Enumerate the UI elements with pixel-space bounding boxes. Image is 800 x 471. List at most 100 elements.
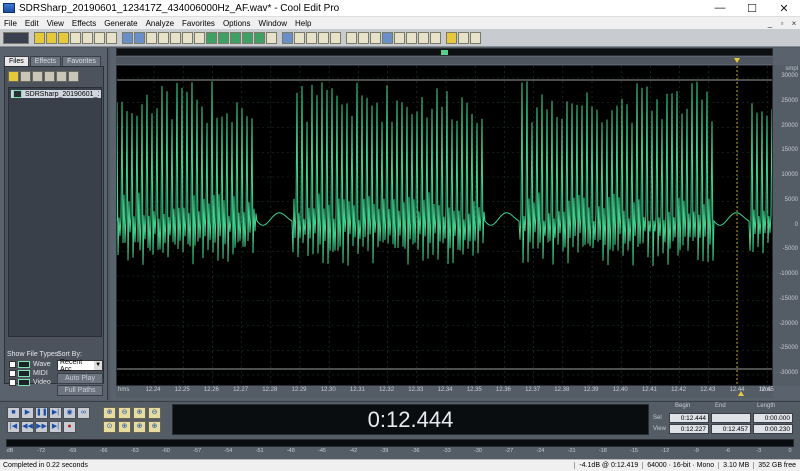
redo-icon[interactable]	[134, 31, 145, 44]
minimize-button[interactable]: —	[704, 0, 736, 17]
menu-help[interactable]: Help	[295, 19, 311, 28]
rewind-icon[interactable]: ◀◀	[21, 421, 34, 433]
menu-options[interactable]: Options	[223, 19, 251, 28]
video-checkbox[interactable]	[9, 379, 16, 386]
settings-icon[interactable]	[446, 31, 457, 44]
stretch-icon[interactable]	[330, 31, 341, 44]
insert-icon[interactable]	[56, 71, 67, 82]
zoom-selection-icon[interactable]	[370, 31, 381, 44]
properties-icon[interactable]	[106, 31, 117, 44]
multitrack-toggle-icon[interactable]	[3, 31, 29, 44]
import-icon[interactable]	[20, 71, 31, 82]
sel-begin-field[interactable]: 0:12.444	[669, 413, 709, 423]
mix-paste-icon[interactable]	[182, 31, 193, 44]
silence-icon[interactable]	[242, 31, 253, 44]
save-icon[interactable]	[70, 31, 81, 44]
zoom-out-icon[interactable]: ⊖	[118, 407, 131, 419]
open-folder-icon[interactable]	[8, 71, 19, 82]
close-file-icon[interactable]	[94, 31, 105, 44]
paste-icon[interactable]	[170, 31, 181, 44]
frequency-icon[interactable]	[406, 31, 417, 44]
close-file-icon[interactable]	[32, 71, 43, 82]
statistics-icon[interactable]	[394, 31, 405, 44]
undo-icon[interactable]	[122, 31, 133, 44]
normalize-icon[interactable]	[306, 31, 317, 44]
playlist-icon[interactable]	[430, 31, 441, 44]
analyze-icon[interactable]	[382, 31, 393, 44]
auto-play-button[interactable]: Auto Play	[57, 373, 103, 384]
zoom-in-icon[interactable]: ⊕	[103, 407, 116, 419]
record-icon[interactable]: ●	[63, 421, 76, 433]
marker-track[interactable]	[116, 57, 773, 64]
fast-forward-icon[interactable]: ▶▶	[35, 421, 48, 433]
tab-favorites[interactable]: Favorites	[62, 56, 101, 66]
zoom-full-icon[interactable]: ⊙	[103, 421, 116, 433]
menu-effects[interactable]: Effects	[72, 19, 96, 28]
type-midi-row[interactable]: MIDI	[9, 370, 48, 377]
close-button[interactable]: ✕	[768, 0, 800, 17]
midi-checkbox[interactable]	[9, 370, 16, 377]
invert-icon[interactable]	[254, 31, 265, 44]
mdi-minimize-button[interactable]: _	[764, 19, 776, 28]
view-length-field[interactable]: 0:00.230	[753, 424, 793, 434]
sort-select[interactable]: Recent Acc ▼	[57, 359, 103, 373]
help-icon[interactable]	[470, 31, 481, 44]
cue-list-icon[interactable]	[418, 31, 429, 44]
channel-left-icon[interactable]	[206, 31, 217, 44]
menu-view[interactable]: View	[47, 19, 64, 28]
overview-thumb[interactable]	[441, 50, 448, 55]
loop-icon[interactable]: ∞	[77, 407, 90, 419]
zoom-left-icon[interactable]: ⊕	[133, 421, 146, 433]
new-file-icon[interactable]	[34, 31, 45, 44]
copy-icon[interactable]	[158, 31, 169, 44]
pause-icon[interactable]: ❚❚	[35, 407, 48, 419]
mdi-close-button[interactable]: ×	[788, 19, 800, 28]
cursor-bottom-marker-icon[interactable]	[738, 391, 744, 396]
trim-icon[interactable]	[194, 31, 205, 44]
file-list[interactable]: SDRSharp_20190601_123...	[8, 87, 102, 337]
mdi-restore-button[interactable]: ▫	[776, 19, 788, 28]
view-spectral-icon[interactable]	[358, 31, 369, 44]
menu-window[interactable]: Window	[259, 19, 287, 28]
reverse-icon[interactable]	[266, 31, 277, 44]
menu-file[interactable]: File	[4, 19, 17, 28]
amplify-icon[interactable]	[294, 31, 305, 44]
play-from-cursor-icon[interactable]: ◉	[63, 407, 76, 419]
sel-length-field[interactable]: 0:00.000	[753, 413, 793, 423]
wave-checkbox[interactable]	[9, 361, 16, 368]
save-as-icon[interactable]	[82, 31, 93, 44]
tab-effects[interactable]: Effects	[29, 56, 62, 66]
view-waveform-icon[interactable]	[346, 31, 357, 44]
view-end-field[interactable]: 0:12.457	[711, 424, 751, 434]
stop-icon[interactable]: ■	[7, 407, 20, 419]
zoom-selection-icon[interactable]: ⊕	[118, 421, 131, 433]
edit-file-icon[interactable]	[44, 71, 55, 82]
go-to-start-icon[interactable]: |◀	[7, 421, 20, 433]
go-to-end-icon[interactable]: ▶|	[49, 421, 62, 433]
file-help-icon[interactable]	[68, 71, 79, 82]
open-file-icon[interactable]	[46, 31, 57, 44]
envelope-icon[interactable]	[282, 31, 293, 44]
channel-both-icon[interactable]	[230, 31, 241, 44]
view-begin-field[interactable]: 0:12.227	[669, 424, 709, 434]
sel-end-field[interactable]	[711, 413, 751, 423]
menu-favorites[interactable]: Favorites	[182, 19, 215, 28]
fade-icon[interactable]	[318, 31, 329, 44]
cut-icon[interactable]	[146, 31, 157, 44]
full-paths-button[interactable]: Full Paths	[57, 385, 103, 396]
play-icon[interactable]: ▶	[21, 407, 34, 419]
play-to-end-icon[interactable]: ▶|	[49, 407, 62, 419]
list-item[interactable]: SDRSharp_20190601_123...	[11, 90, 101, 98]
zoom-out-vertical-icon[interactable]: ⊖	[148, 407, 161, 419]
waveform-display[interactable]	[116, 65, 773, 386]
menu-generate[interactable]: Generate	[104, 19, 137, 28]
zoom-in-vertical-icon[interactable]: ⊕	[133, 407, 146, 419]
maximize-button[interactable]: ☐	[736, 0, 768, 17]
open-append-icon[interactable]	[58, 31, 69, 44]
menu-edit[interactable]: Edit	[25, 19, 39, 28]
menu-analyze[interactable]: Analyze	[146, 19, 174, 28]
overview-bar[interactable]	[116, 48, 773, 56]
type-video-row[interactable]: Video	[9, 379, 51, 386]
cursor-marker-icon[interactable]	[734, 58, 740, 63]
channel-right-icon[interactable]	[218, 31, 229, 44]
